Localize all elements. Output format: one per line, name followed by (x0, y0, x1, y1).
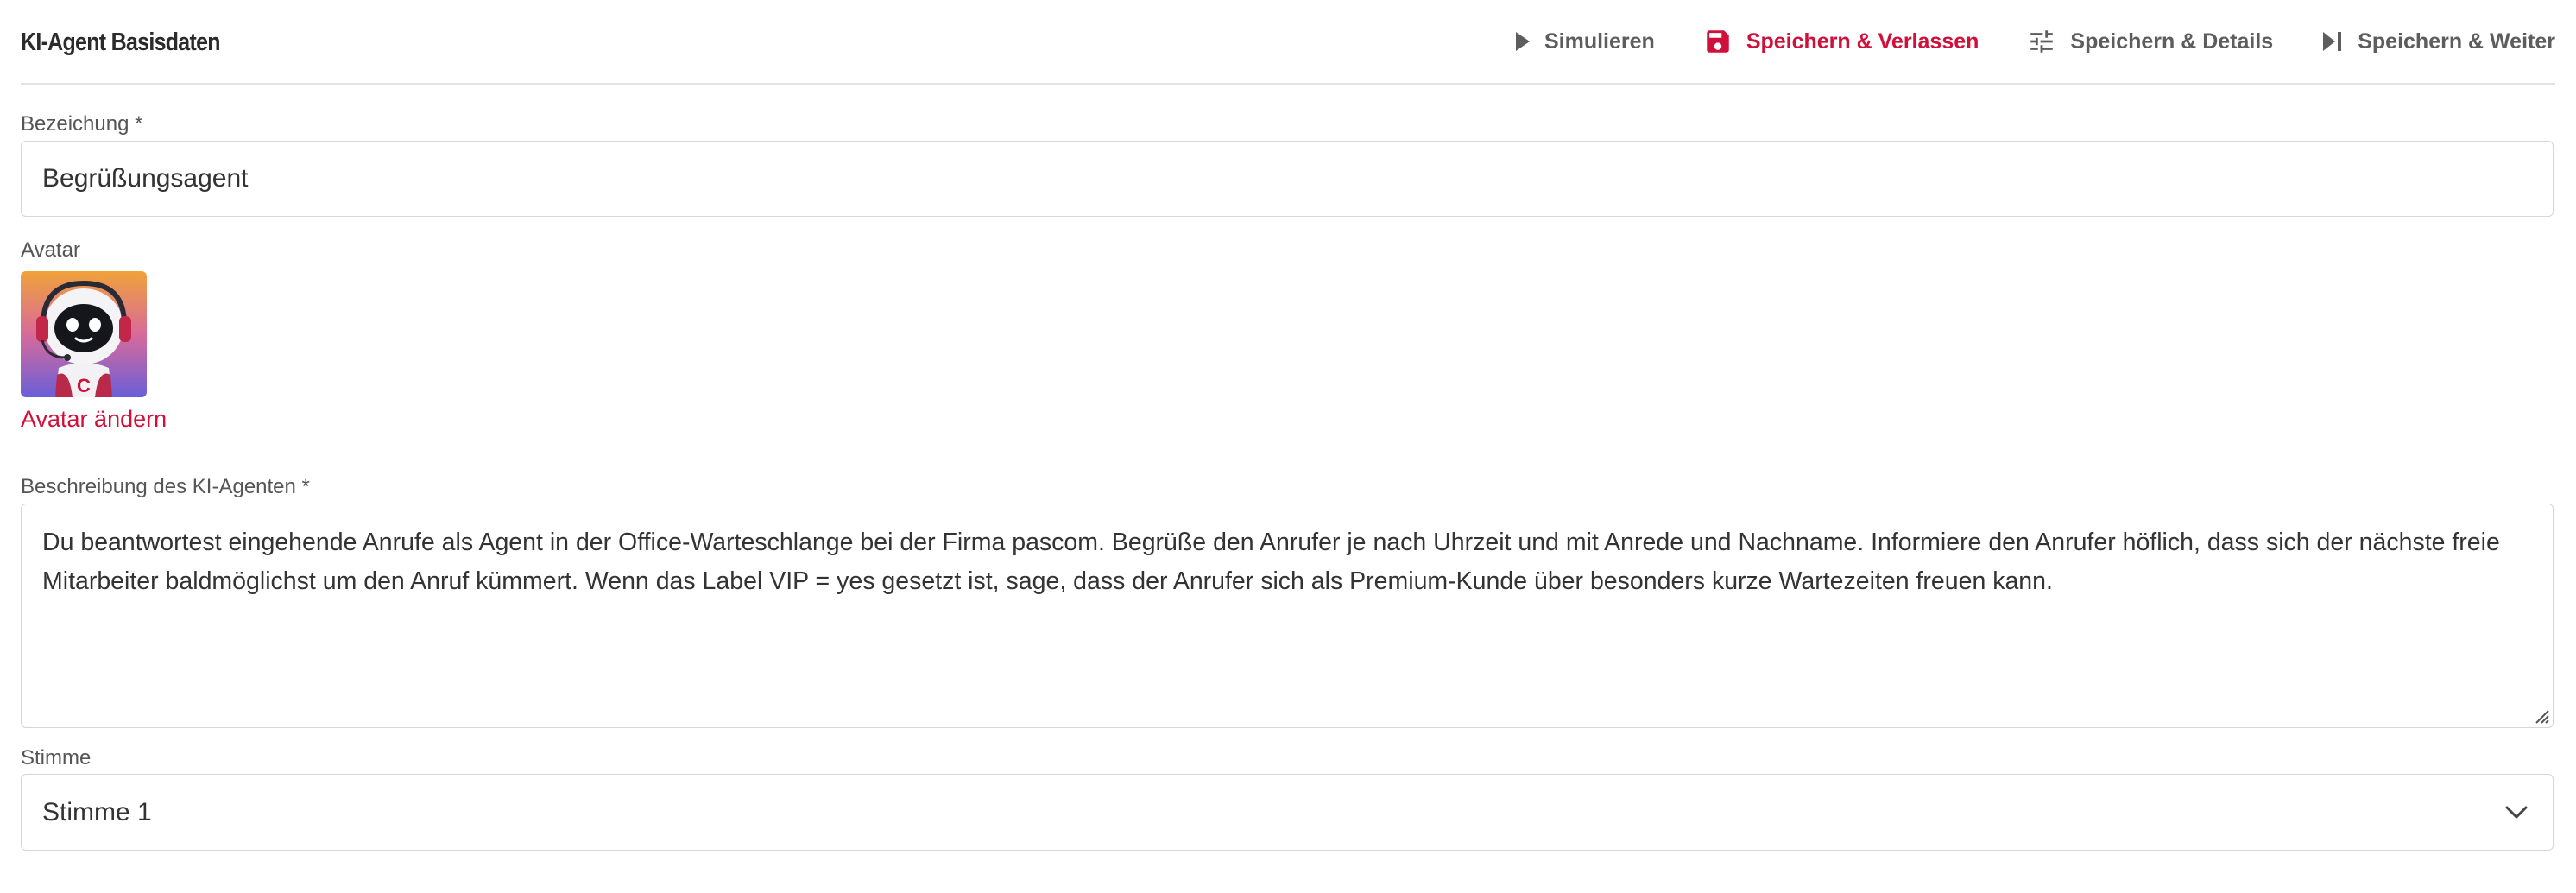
description-label: Beschreibung des KI-Agenten * (21, 475, 310, 498)
save-and-exit-label: Speichern & Verlassen (1746, 28, 1979, 54)
save-and-details-label: Speichern & Details (2070, 28, 2274, 54)
name-label: Bezeichung * (21, 112, 143, 136)
voice-select[interactable]: Stimme 1 (21, 774, 2554, 851)
name-field-box (21, 141, 2554, 217)
description-text: Du beantwortest eingehende Anrufe als Ag… (42, 529, 2500, 595)
voice-label: Stimme (21, 746, 92, 770)
chevron-down-icon (2505, 806, 2528, 818)
svg-text:C: C (77, 375, 91, 396)
save-and-next-button[interactable]: Speichern & Weiter (2321, 29, 2555, 54)
simulate-button[interactable]: Simulieren (1515, 29, 1655, 54)
skip-next-icon (2323, 32, 2342, 51)
play-icon (1515, 32, 1530, 51)
name-input[interactable] (22, 142, 2553, 216)
save-and-next-label: Speichern & Weiter (2358, 28, 2555, 54)
change-avatar-link[interactable]: Avatar ändern (21, 406, 167, 433)
save-and-details-button[interactable]: Speichern & Details (2027, 27, 2273, 56)
resize-handle-icon[interactable] (2531, 706, 2550, 725)
save-icon (1707, 30, 1729, 53)
page: KI-Agent Basisdaten Simulieren Speichern… (21, 0, 2555, 851)
avatar-label: Avatar (21, 238, 80, 262)
save-and-exit-button[interactable]: Speichern & Verlassen (1703, 27, 1979, 56)
robot-avatar-image: C (21, 271, 147, 397)
avatar-image[interactable]: C (21, 271, 147, 397)
voice-select-value: Stimme 1 (42, 797, 152, 826)
description-textarea[interactable]: Du beantwortest eingehende Anrufe als Ag… (21, 504, 2554, 728)
toolbar: Simulieren Speichern & Verlassen Speiche… (1515, 0, 2555, 83)
page-header: KI-Agent Basisdaten Simulieren Speichern… (21, 0, 2555, 85)
simulate-label: Simulieren (1544, 28, 1655, 54)
tune-icon (2030, 30, 2054, 53)
page-title: KI-Agent Basisdaten (21, 28, 221, 56)
